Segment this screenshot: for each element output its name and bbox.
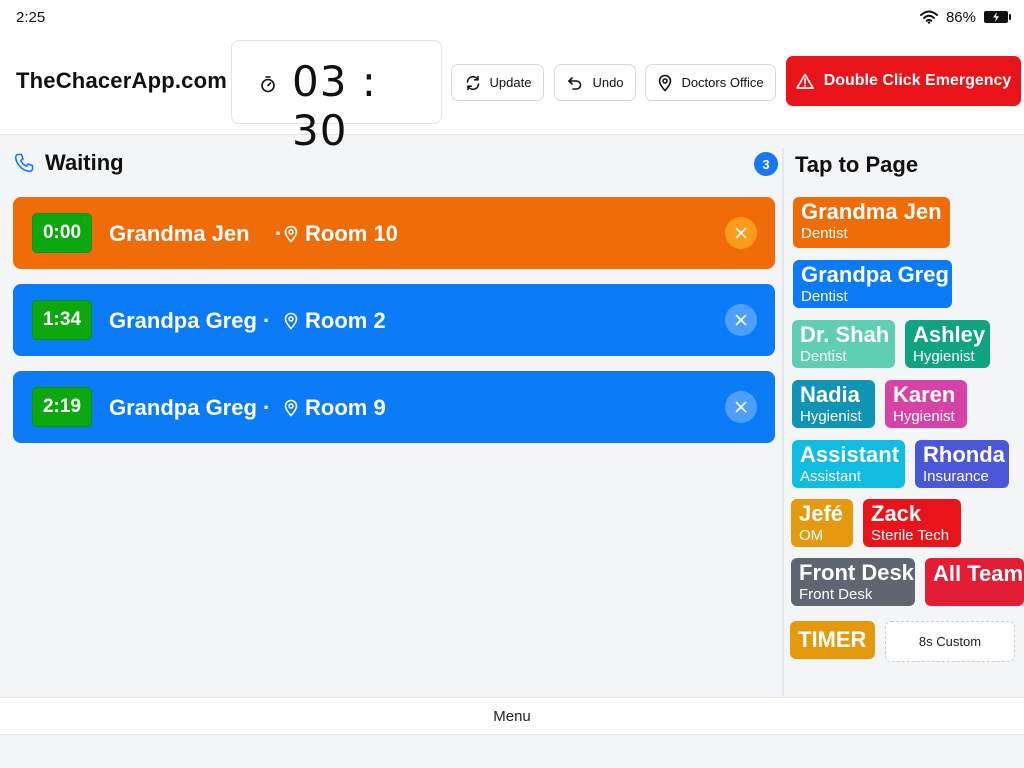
queue-row[interactable]: 2:19 Grandpa Greg · Room 9 — [13, 371, 775, 443]
elapsed-timer: 1:34 — [32, 300, 92, 340]
bottom-safe-area — [0, 735, 1024, 768]
chip-name: Nadia — [800, 382, 860, 407]
emergency-label: Double Click Emergency — [823, 72, 1012, 89]
close-icon — [735, 227, 747, 239]
location-pin-icon — [284, 312, 298, 330]
status-indicators: 86% — [919, 8, 1011, 26]
battery-icon — [984, 11, 1011, 23]
chip-role: Sterile Tech — [871, 527, 950, 544]
separator-dot: · — [263, 395, 271, 420]
chip-name: Karen — [893, 382, 956, 407]
elapsed-timer: 2:19 — [32, 387, 92, 427]
page-chip[interactable]: Assistant Assistant — [792, 440, 905, 488]
chip-name: Grandma Jen — [801, 199, 942, 224]
status-time: 2:25 — [16, 8, 46, 26]
undo-icon — [568, 76, 582, 90]
chip-role: Hygienist — [800, 408, 862, 425]
patient-name: Grandpa Greg — [109, 308, 257, 333]
location-pin-icon — [659, 74, 672, 92]
page-chip[interactable]: Front Desk Front Desk — [791, 558, 915, 606]
waiting-count-badge: 3 — [754, 152, 778, 176]
page-chip[interactable]: Dr. Shah Dentist — [792, 320, 895, 368]
waiting-header: Waiting — [13, 150, 124, 176]
session-timer: 03 : 30 — [231, 40, 442, 155]
stopwatch-icon — [261, 76, 275, 93]
page-panel-title: Tap to Page — [795, 152, 919, 177]
chip-role: Front Desk — [799, 586, 873, 603]
waiting-title: Waiting — [45, 150, 124, 175]
room-label: Room 9 — [305, 395, 386, 420]
location-pin-icon — [284, 225, 298, 243]
queue-row[interactable]: 1:34 Grandpa Greg · Room 2 — [13, 284, 775, 356]
queue-row[interactable]: 0:00 Grandma Jen · Room 10 — [13, 197, 775, 269]
chip-name: Dr. Shah — [800, 322, 890, 347]
separator-dot: · — [263, 308, 271, 333]
dismiss-button[interactable] — [725, 391, 757, 423]
chip-name: Ashley — [913, 322, 986, 347]
warning-icon — [795, 73, 814, 89]
chip-role: Insurance — [923, 468, 989, 485]
patient-name: Grandpa Greg — [109, 395, 257, 420]
chip-name: Rhonda — [923, 442, 1005, 467]
chip-name: Assistant — [800, 442, 900, 467]
page-chip[interactable]: Ashley Hygienist — [905, 320, 990, 368]
chip-name: All Team — [933, 561, 1024, 586]
update-button[interactable]: Update — [451, 64, 544, 101]
brand-title: TheChacerApp.com — [16, 68, 228, 93]
chip-role: Dentist — [800, 348, 847, 365]
phone-icon — [14, 153, 34, 173]
chip-name: TIMER — [798, 627, 867, 652]
page-chip[interactable]: Zack Sterile Tech — [863, 499, 961, 547]
chip-role: Hygienist — [893, 408, 955, 425]
battery-percent: 86% — [945, 8, 976, 26]
chip-name: Grandpa Greg — [801, 262, 949, 287]
panel-divider — [782, 148, 784, 696]
timer-chip[interactable]: TIMER — [790, 621, 875, 659]
room-location: Room 9 — [283, 395, 386, 421]
page-chip[interactable]: All Team — [925, 558, 1024, 606]
chip-name: Front Desk — [799, 560, 914, 585]
room-label: Room 2 — [305, 308, 386, 333]
dismiss-button[interactable] — [725, 217, 757, 249]
patient-name: Grandma Jen — [109, 221, 250, 246]
menu-button[interactable]: Menu — [0, 697, 1024, 735]
status-bar: 2:25 86% — [0, 0, 1024, 34]
page-chip[interactable]: Grandpa Greg Dentist — [793, 260, 952, 308]
waiting-queue: 0:00 Grandma Jen · Room 10 1:34 Grandpa … — [13, 197, 775, 458]
page-chip[interactable]: Karen Hygienist — [885, 380, 967, 428]
location-button[interactable]: Doctors Office — [645, 64, 776, 101]
close-icon — [735, 401, 747, 413]
chip-role: Assistant — [800, 468, 861, 485]
location-pin-icon — [284, 399, 298, 417]
chip-role: Hygienist — [913, 348, 975, 365]
timer-value: 03 : 30 — [292, 57, 377, 155]
chip-role: Dentist — [801, 288, 848, 305]
room-label: Room 10 — [305, 221, 398, 246]
separator-dot: · — [275, 221, 283, 246]
room-location: Room 10 — [283, 221, 398, 247]
location-label: Doctors Office — [681, 75, 764, 90]
undo-button[interactable]: Undo — [554, 64, 636, 101]
room-location: Room 2 — [283, 308, 386, 334]
page-chip[interactable]: Rhonda Insurance — [915, 440, 1009, 488]
elapsed-timer: 0:00 — [32, 213, 92, 253]
refresh-icon — [466, 75, 479, 90]
page-chip[interactable]: Jefé OM — [791, 499, 853, 547]
wifi-icon — [919, 10, 938, 24]
custom-timer-button[interactable]: 8s Custom — [885, 621, 1015, 662]
chip-role: Dentist — [801, 225, 848, 242]
update-label: Update — [489, 75, 532, 90]
app-header: TheChacerApp.com 03 : 30 Update Undo Doc… — [0, 34, 1024, 155]
close-icon — [735, 314, 747, 326]
chip-name: Zack — [871, 501, 922, 526]
dismiss-button[interactable] — [725, 304, 757, 336]
emergency-button[interactable]: Double Click Emergency — [786, 56, 1021, 106]
page-chip[interactable]: Grandma Jen Dentist — [793, 197, 950, 248]
chip-name: Jefé — [799, 501, 844, 526]
page-chip[interactable]: Nadia Hygienist — [792, 380, 875, 428]
undo-label: Undo — [592, 75, 624, 90]
chip-role: OM — [799, 527, 824, 544]
